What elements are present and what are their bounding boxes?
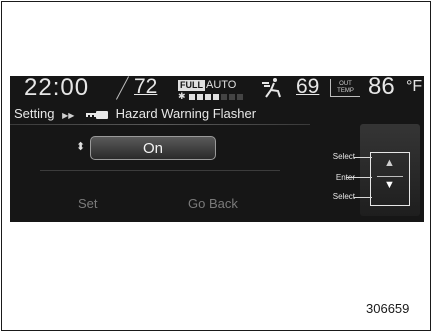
set-button[interactable]: Set (78, 196, 98, 211)
fan-level-bar (188, 94, 195, 100)
leader-line (354, 157, 372, 158)
key-icon (86, 107, 109, 122)
setting-value-selector[interactable]: On (90, 136, 216, 160)
fan-level-bar (212, 94, 219, 100)
select-up-label: Select (332, 152, 355, 161)
select-down-label: Select (332, 192, 355, 201)
display-screen: 22:00 72 FULL AUTO ✱ 69 OUT TEMP 86 °F S… (10, 76, 424, 222)
fan-level-bar (236, 94, 243, 100)
outside-temp-badge: OUT TEMP (330, 79, 360, 97)
driver-temperature: 72 (134, 76, 158, 98)
divider (10, 124, 310, 125)
fan-auto-label: AUTO (206, 79, 237, 91)
leader-line (346, 177, 372, 178)
breadcrumb-item: Hazard Warning Flasher (115, 106, 257, 121)
go-back-button[interactable]: Go Back (188, 196, 238, 211)
fan-level-bar (204, 94, 211, 100)
breadcrumb-root: Setting (14, 106, 55, 121)
divider-slash (115, 76, 130, 100)
select-up-icon[interactable]: ▲ (384, 157, 395, 169)
divider (40, 170, 280, 171)
figure-reference-number: 306659 (366, 301, 410, 316)
enter-switch[interactable] (377, 176, 403, 177)
fan-icon: ✱ (178, 91, 186, 101)
fan-full-badge: FULL (178, 80, 205, 91)
select-down-icon[interactable]: ▼ (384, 179, 395, 191)
outside-temperature: 86 (368, 76, 395, 100)
breadcrumb: Setting ▶▶ Hazard Warning Flasher (14, 106, 256, 122)
out-badge-line1: OUT (339, 81, 352, 87)
clock: 22:00 (24, 76, 90, 101)
status-bar: 22:00 72 FULL AUTO ✱ 69 OUT TEMP 86 °F (10, 76, 424, 101)
fan-level-bar (196, 94, 203, 100)
passenger-temperature: 69 (296, 76, 320, 98)
breadcrumb-arrows: ▶▶ (62, 111, 75, 120)
fan-level-bar (228, 94, 235, 100)
airflow-mode-icon (260, 77, 286, 104)
out-badge-line2: TEMP (337, 88, 354, 94)
temperature-unit: °F (406, 78, 423, 95)
fan-level-indicator: ✱ (178, 91, 243, 101)
leader-line (354, 197, 372, 198)
up-down-icon: ⬍ (76, 141, 86, 153)
fan-level-bar (220, 94, 227, 100)
